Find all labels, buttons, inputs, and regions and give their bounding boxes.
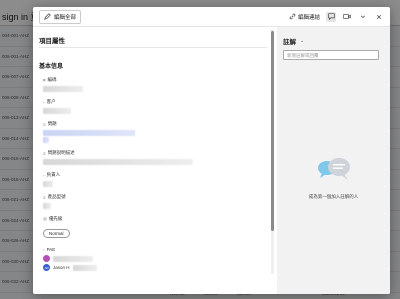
field-customer-label: 客户 <box>46 99 56 104</box>
notes-header[interactable]: 註解 ⌄ <box>283 36 384 46</box>
person-item[interactable] <box>43 255 267 262</box>
video-button[interactable] <box>342 12 352 22</box>
priority-pill[interactable]: Normal <box>43 229 70 238</box>
person-name: Jason H <box>53 265 70 270</box>
person-name-blurred <box>72 264 97 271</box>
edit-link-label: 編輯連結 <box>297 14 320 21</box>
notes-title: 註解 <box>283 39 296 46</box>
edit-all-label: 編輯全部 <box>54 14 77 21</box>
link-icon <box>289 13 296 20</box>
item-detail-modal: 編輯全部 編輯連結 項目屬性 基本信息 ⌗ 編碼 ◦ 客户 ≡ 問題 ≡ 問題說… <box>33 7 390 294</box>
field-issue-detail-label: 問題說明描述 <box>47 150 75 155</box>
section-basic-info: 基本信息 <box>39 64 64 70</box>
field-priority[interactable]: ◎ 優先級 Normal <box>43 216 267 240</box>
field-issue[interactable]: ≡ 問題 <box>43 121 267 143</box>
field-issue-label: 問題 <box>47 121 57 126</box>
properties-title: 項目屬性 <box>39 38 65 45</box>
list-icon: ≡ <box>43 194 46 200</box>
video-icon <box>343 14 351 19</box>
chevron-down-icon: ⌄ <box>300 38 305 44</box>
field-owner-value <box>43 181 53 187</box>
flag-icon: ◎ <box>43 216 47 221</box>
properties-divider <box>39 47 267 48</box>
avatar <box>43 255 50 262</box>
field-product-model[interactable]: ≡ 產品型號 <box>43 194 267 209</box>
edit-link-button[interactable]: 編輯連結 <box>289 13 320 21</box>
pencil-icon <box>44 13 51 20</box>
field-product-model-label: 產品型號 <box>47 194 66 199</box>
tag-icon: ⌗ <box>43 77 46 83</box>
field-pic[interactable]: ◦ PAE JW Jason H <box>43 247 267 271</box>
field-owner-label: 負責人 <box>46 172 61 177</box>
field-priority-label: 優先級 <box>48 216 63 221</box>
text-icon: ≡ <box>43 150 46 156</box>
comment-toggle-button[interactable] <box>326 11 336 22</box>
text-icon: ≡ <box>43 121 46 127</box>
field-customer[interactable]: ◦ 客户 <box>43 99 267 114</box>
properties-scroll-thumb[interactable] <box>271 31 274 231</box>
people-list: JW Jason H <box>43 255 267 271</box>
field-issue-value-line2 <box>43 137 49 143</box>
field-owner[interactable]: ◦ 負責人 <box>43 172 267 187</box>
field-customer-value <box>43 108 71 114</box>
field-pic-label: PAE <box>46 247 56 252</box>
person-icon: ◦ <box>43 172 45 178</box>
notes-empty-text: 成為第一個加入註解的人 <box>308 194 359 199</box>
field-issue-value <box>43 130 135 136</box>
field-code[interactable]: ⌗ 編碼 <box>43 77 267 92</box>
more-options-button[interactable] <box>358 12 368 22</box>
person-item[interactable]: JW Jason H <box>43 264 267 271</box>
close-icon <box>376 14 382 19</box>
user-icon: ◦ <box>43 99 45 105</box>
edit-all-button[interactable]: 編輯全部 <box>39 9 82 24</box>
notes-panel: 註解 ⌄ 新增註解或回覆 成為第一個加入註解的人 <box>277 27 390 294</box>
field-product-model-value <box>43 203 51 209</box>
notes-empty-state: 成為第一個加入註解的人 <box>277 155 390 200</box>
chevron-down-icon <box>360 15 366 18</box>
notes-input[interactable]: 新增註解或回覆 <box>283 50 379 60</box>
close-button[interactable] <box>374 12 384 22</box>
properties-panel: 項目屬性 基本信息 ⌗ 編碼 ◦ 客户 ≡ 問題 ≡ 問題說明描述 ◦ 負責人 ≡ 產品型號 <box>33 27 273 294</box>
field-issue-detail-value <box>43 159 193 165</box>
person-name-blurred <box>53 255 93 262</box>
modal-toolbar: 編輯全部 編輯連結 <box>33 7 390 27</box>
field-issue-detail[interactable]: ≡ 問題說明描述 <box>43 150 267 165</box>
field-code-value <box>43 86 83 92</box>
comment-icon <box>327 13 335 20</box>
avatar: JW <box>43 264 50 271</box>
chat-bubbles-icon <box>317 158 350 180</box>
field-code-label: 編碼 <box>47 77 57 82</box>
people-icon: ◦ <box>43 247 45 252</box>
